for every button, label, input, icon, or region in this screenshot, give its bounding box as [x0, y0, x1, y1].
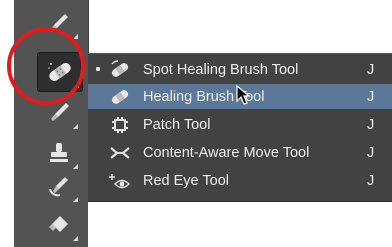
menu-item-label: Patch Tool	[143, 116, 211, 133]
menu-item-shortcut: J	[367, 88, 375, 105]
canvas-area	[88, 202, 392, 247]
flyout-indicator	[73, 236, 78, 241]
history-brush-icon	[49, 177, 68, 197]
menu-item-shortcut: J	[367, 172, 375, 189]
healing-tools-flyout-menu: Spot Healing Brush Tool J Healing Brush …	[88, 53, 392, 202]
tool-eraser[interactable]	[37, 206, 81, 244]
flyout-indicator	[73, 197, 78, 202]
menu-item-shortcut: J	[367, 116, 375, 133]
eraser-icon	[49, 216, 68, 232]
patch-tool-icon	[109, 115, 131, 135]
current-tool-bullet	[96, 67, 100, 71]
tool-history-brush[interactable]	[37, 167, 81, 205]
content-aware-move-icon	[109, 143, 131, 163]
flyout-indicator	[73, 124, 78, 129]
menu-item-red-eye[interactable]: Red Eye Tool J	[88, 168, 392, 193]
annotation-circle	[7, 27, 85, 105]
menu-item-shortcut: J	[367, 144, 375, 161]
mouse-cursor-icon	[236, 85, 251, 105]
menu-item-shortcut: J	[367, 61, 375, 78]
clone-stamp-icon	[50, 143, 68, 162]
healing-brush-icon	[109, 87, 131, 107]
menu-item-label: Content-Aware Move Tool	[143, 144, 310, 161]
menu-item-label: Red Eye Tool	[143, 172, 229, 189]
red-eye-icon	[109, 171, 131, 191]
menu-item-content-aware-move[interactable]: Content-Aware Move Tool J	[88, 140, 392, 165]
menu-item-spot-healing-brush[interactable]: Spot Healing Brush Tool J	[88, 57, 392, 82]
spot-healing-brush-icon	[109, 60, 131, 80]
menu-item-label: Spot Healing Brush Tool	[143, 61, 299, 78]
menu-item-patch-tool[interactable]: Patch Tool J	[88, 112, 392, 137]
